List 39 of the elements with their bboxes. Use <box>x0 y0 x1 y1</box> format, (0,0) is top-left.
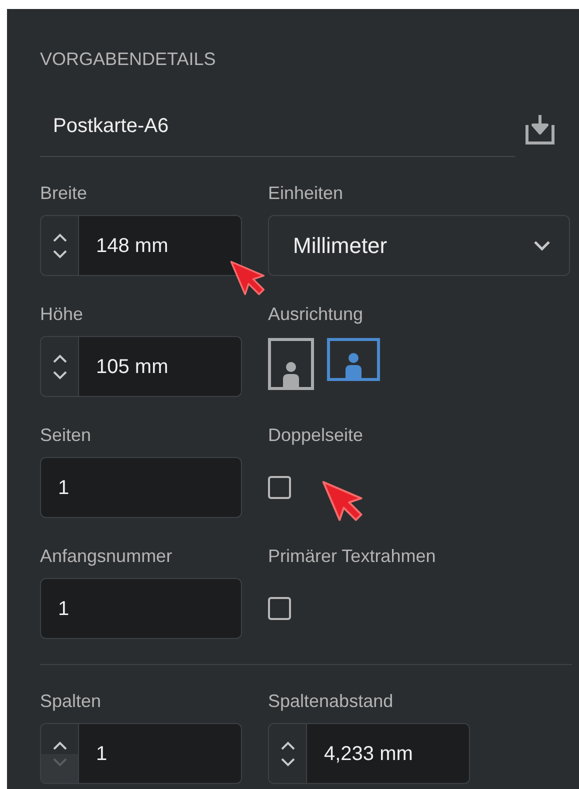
field-label: Anfangsnummer <box>40 545 172 567</box>
chevron-down-icon <box>52 248 68 258</box>
pointer-arrow-icon <box>322 480 364 522</box>
value-text: 105 mm <box>79 337 241 396</box>
value-text: 4,233 mm <box>307 724 469 783</box>
landscape-button[interactable] <box>327 338 380 381</box>
field-label: Doppelseite <box>268 424 364 446</box>
spinner-field[interactable]: 148 mm <box>40 215 242 276</box>
field-label: Spalten <box>40 690 102 712</box>
chevron-up-icon <box>280 740 296 750</box>
preset-name-field[interactable]: Postkarte-A6 <box>40 112 515 157</box>
field-label: Primärer Textrahmen <box>268 545 436 567</box>
field-label: Spaltenabstand <box>268 690 394 712</box>
portrait-button[interactable] <box>268 338 314 390</box>
spinner-field[interactable]: 105 mm <box>40 336 242 397</box>
section-title: VORGABENDETAILS <box>40 48 217 71</box>
field-label: Breite <box>40 182 88 204</box>
value-text: 148 mm <box>79 216 241 275</box>
save-preset-icon[interactable] <box>525 115 555 145</box>
chevron-down-icon <box>52 370 68 380</box>
chevron-up-icon <box>52 740 68 750</box>
field-label: Seiten <box>40 424 92 446</box>
text-field[interactable]: 1 <box>40 578 242 639</box>
field-label: Ausrichtung <box>268 303 364 325</box>
spinner-field[interactable]: 1 <box>40 723 242 784</box>
chevron-down-icon <box>533 240 551 252</box>
spinner-field[interactable]: 4,233 mm <box>268 723 470 784</box>
field-label: Höhe <box>40 303 84 325</box>
pointer-arrow-icon <box>230 260 266 296</box>
chevron-down-icon <box>52 756 68 766</box>
units-dropdown[interactable]: Millimeter <box>268 215 570 276</box>
checkbox[interactable] <box>268 476 291 499</box>
chevron-up-icon <box>52 354 68 364</box>
checkbox[interactable] <box>268 597 291 620</box>
chevron-up-icon <box>52 232 68 242</box>
chevron-down-icon <box>280 756 296 766</box>
value-text: 1 <box>79 724 241 783</box>
field-label: Einheiten <box>268 182 344 204</box>
text-field[interactable]: 1 <box>40 457 242 518</box>
